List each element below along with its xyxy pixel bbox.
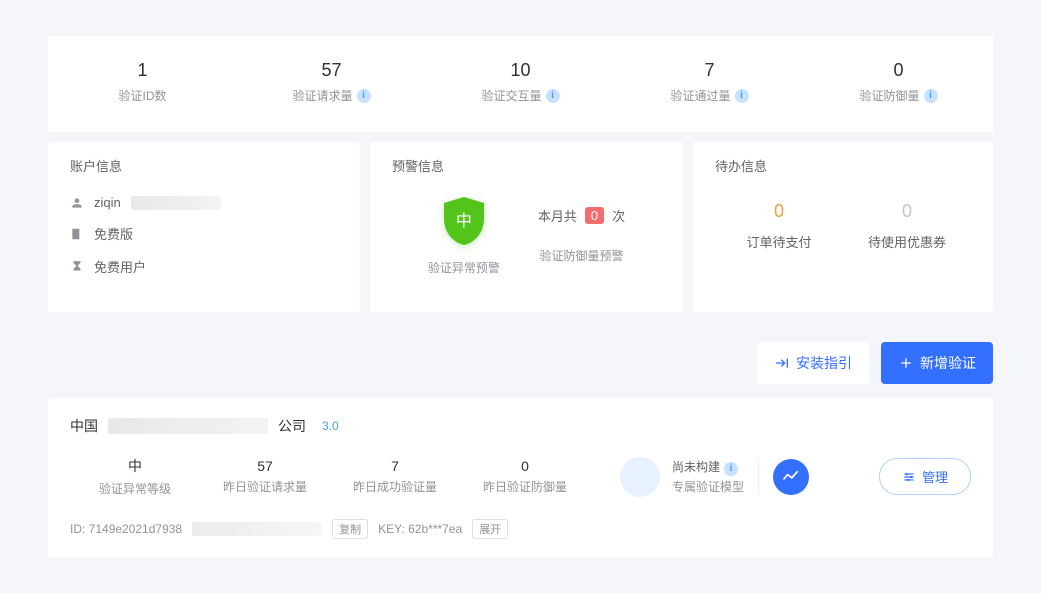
stat-label: 昨日验证请求量 xyxy=(200,478,330,495)
verify-stat-level: 中 验证异常等级 xyxy=(70,456,200,497)
expand-button[interactable]: 展开 xyxy=(472,519,508,539)
hourglass-icon xyxy=(70,260,84,274)
redacted-bar xyxy=(108,418,268,434)
info-icon[interactable]: i xyxy=(735,89,749,103)
coupons-label: 待使用优惠券 xyxy=(843,232,971,251)
stat-value: 中 xyxy=(70,456,200,476)
defend-warn-label: 验证防御量预警 xyxy=(538,247,625,264)
shield-icon: 中 xyxy=(436,193,492,249)
info-icon[interactable]: i xyxy=(357,89,371,103)
plan-text: 免费版 xyxy=(94,224,133,243)
version-tag: 3.0 xyxy=(322,419,339,433)
plus-icon xyxy=(898,355,914,371)
account-username: ziqin xyxy=(70,195,338,210)
stat-label: 验证交互量i xyxy=(481,87,559,104)
todo-card: 待办信息 0 订单待支付 0 待使用优惠券 xyxy=(693,142,993,312)
stat-value: 57 xyxy=(200,458,330,474)
chart-icon[interactable] xyxy=(773,459,809,495)
abnormal-warning: 中 验证异常预警 xyxy=(428,193,500,276)
stat-defend: 0 验证防御量i xyxy=(804,60,993,104)
info-icon[interactable]: i xyxy=(546,89,560,103)
stat-label: 验证通过量i xyxy=(670,87,748,104)
account-title: 账户信息 xyxy=(70,156,338,175)
coupons-count: 0 xyxy=(843,201,971,222)
abnormal-label: 验证异常预警 xyxy=(428,259,500,276)
verify-title-prefix: 中国 xyxy=(70,416,98,436)
account-plan: 免费版 xyxy=(70,224,338,243)
stat-value: 57 xyxy=(237,60,426,81)
stat-label: 验证ID数 xyxy=(118,87,166,104)
info-icon[interactable]: i xyxy=(924,89,938,103)
install-guide-button[interactable]: 安装指引 xyxy=(757,342,869,384)
warning-card: 预警信息 中 验证异常预警 本月共 0 次 验证防御量预警 xyxy=(370,142,683,312)
stat-value: 7 xyxy=(330,458,460,474)
verify-header: 中国 公司 3.0 xyxy=(70,416,971,436)
redacted-bar xyxy=(192,522,322,536)
verify-card: 中国 公司 3.0 中 验证异常等级 57 昨日验证请求量 7 昨日成功验证量 … xyxy=(48,398,993,557)
stat-value: 1 xyxy=(48,60,237,81)
model-title-line: 尚未构建i xyxy=(672,458,744,476)
model-status: 尚未构建i 专属验证模型 xyxy=(620,457,744,497)
month-count-badge: 0 xyxy=(585,207,604,224)
account-user-type: 免费用户 xyxy=(70,257,338,276)
verify-stats-row: 中 验证异常等级 57 昨日验证请求量 7 昨日成功验证量 0 昨日验证防御量 … xyxy=(70,456,971,497)
model-sub: 专属验证模型 xyxy=(672,478,744,495)
todo-title: 待办信息 xyxy=(715,156,971,175)
stat-value: 7 xyxy=(615,60,804,81)
account-card: 账户信息 ziqin 免费版 免费用户 xyxy=(48,142,360,312)
plan-icon xyxy=(70,227,84,241)
verify-stat-yest-def: 0 昨日验证防御量 xyxy=(460,458,590,495)
pending-orders[interactable]: 0 订单待支付 xyxy=(715,201,843,251)
sliders-icon xyxy=(902,470,916,484)
username-text: ziqin xyxy=(94,195,121,210)
stat-label: 昨日验证防御量 xyxy=(460,478,590,495)
stat-label: 验证请求量i xyxy=(292,87,370,104)
stats-row: 1 验证ID数 57 验证请求量i 10 验证交互量i 7 验证通过量i 0 验… xyxy=(48,36,993,132)
id-label: ID: 7149e2021d7938 xyxy=(70,522,182,536)
install-guide-label: 安装指引 xyxy=(796,353,852,373)
month-prefix: 本月共 xyxy=(538,206,577,225)
month-suffix: 次 xyxy=(612,206,625,225)
shield-level: 中 xyxy=(456,207,472,231)
pending-orders-label: 订单待支付 xyxy=(715,232,843,251)
stat-label: 验证防御量i xyxy=(859,87,937,104)
stat-pass: 7 验证通过量i xyxy=(615,60,804,104)
copy-button[interactable]: 复制 xyxy=(332,519,368,539)
guide-icon xyxy=(774,355,790,371)
new-verify-label: 新增验证 xyxy=(920,353,976,373)
manage-button[interactable]: 管理 xyxy=(879,458,971,495)
info-icon[interactable]: i xyxy=(724,462,738,476)
action-bar: 安装指引 新增验证 xyxy=(48,342,993,384)
stat-label: 验证异常等级 xyxy=(70,480,200,497)
manage-label: 管理 xyxy=(922,467,948,486)
user-type-text: 免费用户 xyxy=(94,257,146,276)
defend-warning: 本月共 0 次 验证防御量预警 xyxy=(538,206,625,264)
verify-title-suffix: 公司 xyxy=(278,416,306,436)
divider xyxy=(758,459,759,495)
avatar xyxy=(620,457,660,497)
unused-coupons[interactable]: 0 待使用优惠券 xyxy=(843,201,971,251)
warning-title: 预警信息 xyxy=(392,156,661,175)
key-label: KEY: 62b***7ea xyxy=(378,522,462,536)
stat-id-count: 1 验证ID数 xyxy=(48,60,237,104)
verify-stat-yest-req: 57 昨日验证请求量 xyxy=(200,458,330,495)
stat-label: 昨日成功验证量 xyxy=(330,478,460,495)
stat-value: 0 xyxy=(460,458,590,474)
stat-value: 0 xyxy=(804,60,993,81)
stat-request: 57 验证请求量i xyxy=(237,60,426,104)
pending-orders-count: 0 xyxy=(715,201,843,222)
stat-value: 10 xyxy=(426,60,615,81)
verify-stat-yest-ok: 7 昨日成功验证量 xyxy=(330,458,460,495)
user-icon xyxy=(70,196,84,210)
stat-interact: 10 验证交互量i xyxy=(426,60,615,104)
id-key-row: ID: 7149e2021d7938 复制 KEY: 62b***7ea 展开 xyxy=(70,519,971,539)
new-verify-button[interactable]: 新增验证 xyxy=(881,342,993,384)
redacted-bar xyxy=(131,196,221,210)
